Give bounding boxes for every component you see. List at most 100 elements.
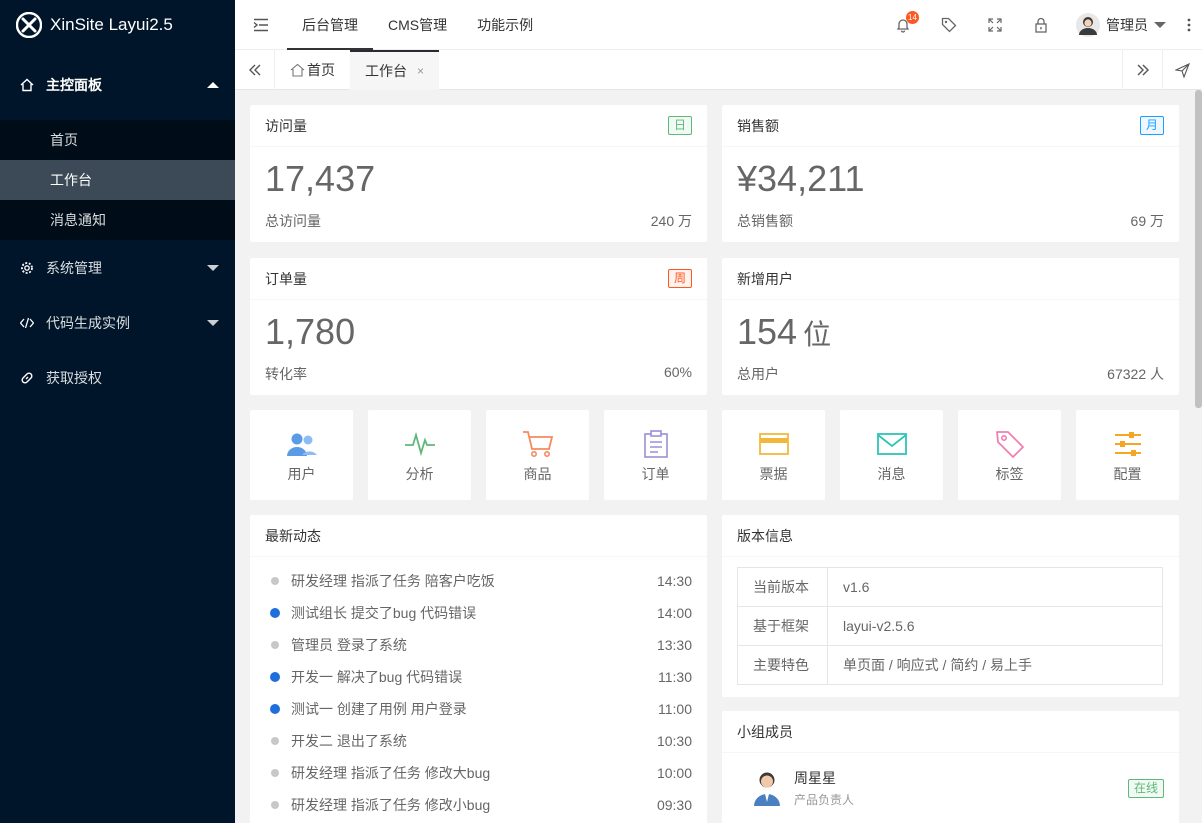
shortcut-invoices[interactable]: 票据: [722, 410, 825, 500]
activity-text: 开发二 退出了系统: [291, 733, 407, 749]
card-header: 销售额 月: [722, 105, 1179, 147]
double-chevron-right-icon: [1137, 64, 1149, 76]
sidebar: XinSite Layui2.5 主控面板 首页 工作台 消息通知 系统管理 代…: [0, 0, 235, 823]
member-role: 产品负责人: [794, 793, 855, 807]
more-button[interactable]: [1176, 0, 1202, 50]
stat-card-visits: 访问量 日 17,437 总访问量 240 万: [250, 105, 707, 242]
shortcut-orders[interactable]: 订单: [604, 410, 707, 500]
table-key: 基于框架: [737, 606, 828, 646]
activity-time: 14:00: [656, 605, 692, 621]
tab-label: 首页: [307, 62, 335, 78]
shortcut-tags[interactable]: 标签: [958, 410, 1061, 500]
activity-text: 测试一 创建了用例 用户登录: [291, 701, 467, 717]
more-vertical-icon: [1187, 18, 1191, 31]
card-title: 最新动态: [265, 528, 321, 544]
lock-screen-button[interactable]: [1018, 0, 1064, 50]
avatar: [1076, 12, 1100, 37]
sidebar-group-license[interactable]: 获取授权: [0, 350, 235, 405]
shortcut-label: 分析: [405, 466, 434, 482]
activity-card: 最新动态 研发经理 指派了任务 陪客户吃饭 14:30 测试组长 提交了bug 代…: [250, 515, 707, 823]
clipboard-icon: [643, 430, 668, 458]
menu-toggle-button[interactable]: [235, 0, 287, 50]
scrollbar-thumb[interactable]: [1195, 90, 1202, 408]
notification-button[interactable]: 14: [880, 0, 926, 50]
top-nav-cms[interactable]: CMS管理: [373, 0, 462, 50]
sidebar-group-dashboard[interactable]: 主控面板: [0, 50, 235, 120]
table-row: 当前版本 v1.6: [737, 567, 1163, 607]
shortcut-users[interactable]: 用户: [250, 410, 353, 500]
fullscreen-button[interactable]: [972, 0, 1018, 50]
tab-label: 工作台: [365, 63, 407, 79]
stat-foot-value: 69 万: [1130, 213, 1164, 229]
tab-home[interactable]: 首页: [275, 50, 350, 90]
fullscreen-icon: [988, 17, 1002, 32]
tab-scroll-right-button[interactable]: [1122, 50, 1162, 90]
period-badge: 月: [1139, 116, 1164, 135]
shortcut-label: 票据: [759, 466, 788, 482]
shortcut-analysis[interactable]: 分析: [368, 410, 471, 500]
activity-time: 11:30: [658, 669, 692, 685]
activity-time: 11:00: [658, 701, 692, 717]
tab-workbench[interactable]: 工作台 ×: [350, 50, 440, 90]
shortcut-label: 用户: [287, 466, 316, 482]
list-item: 研发经理 指派了任务 陪客户吃饭 14:30: [265, 565, 692, 597]
user-menu[interactable]: 管理员: [1064, 0, 1176, 50]
table-value: 单页面 / 响应式 / 简约 / 易上手: [827, 645, 1163, 685]
card-header: 小组成员: [722, 711, 1179, 753]
sidebar-group-codegen[interactable]: 代码生成实例: [0, 295, 235, 350]
stat-foot-label: 总访问量: [265, 213, 321, 229]
table-key: 当前版本: [737, 567, 828, 607]
stat-value: 154 位: [722, 300, 1179, 364]
user-name: 管理员: [1106, 16, 1148, 33]
list-item: 管理员 登录了系统 13:30: [265, 629, 692, 661]
activity-text: 研发经理 指派了任务 修改大bug: [291, 765, 491, 781]
top-bar: 后台管理 CMS管理 功能示例 14 管理员: [235, 0, 1202, 50]
card-title: 订单量: [265, 271, 307, 287]
top-nav-examples[interactable]: 功能示例: [462, 0, 548, 50]
avatar: [754, 772, 780, 806]
tab-actions-button[interactable]: [1162, 50, 1202, 90]
list-item: 开发二 退出了系统 10:30: [265, 725, 692, 757]
shortcut-messages[interactable]: 消息: [840, 410, 943, 500]
stat-foot-value: 67322 人: [1107, 366, 1164, 382]
shortcut-settings[interactable]: 配置: [1076, 410, 1179, 500]
close-icon[interactable]: ×: [417, 64, 424, 78]
member-info: 周星星 产品负责人: [794, 768, 1128, 808]
list-item: 测试一 创建了用例 用户登录 11:00: [265, 693, 692, 725]
top-bar-right: 14 管理员: [880, 0, 1202, 50]
sidebar-item-home[interactable]: 首页: [0, 120, 235, 160]
top-nav-backend[interactable]: 后台管理: [287, 0, 373, 50]
card-footer: 总销售额 69 万: [722, 211, 1179, 231]
sidebar-item-notifications[interactable]: 消息通知: [0, 200, 235, 240]
list-item: 测试组长 提交了bug 代码错误 14:00: [265, 597, 692, 629]
shortcut-label: 配置: [1113, 466, 1142, 482]
tab-scroll-left-button[interactable]: [235, 50, 275, 90]
table-value: v1.6: [827, 567, 1163, 607]
card-title: 销售额: [737, 118, 779, 134]
activity-text: 管理员 登录了系统: [291, 637, 407, 653]
team-member[interactable]: 周星星 产品负责人 在线: [722, 753, 1179, 808]
tags-button[interactable]: [926, 0, 972, 50]
card-header: 访问量 日: [250, 105, 707, 147]
activity-time: 10:30: [656, 733, 692, 749]
activity-time: 10:00: [656, 765, 692, 781]
sidebar-group-system[interactable]: 系统管理: [0, 240, 235, 295]
cart-icon: [522, 431, 553, 457]
app-logo[interactable]: XinSite Layui2.5: [0, 0, 235, 50]
card-footer: 总访问量 240 万: [250, 211, 707, 231]
period-badge: 周: [667, 269, 692, 288]
timeline-dot: [270, 672, 280, 682]
sidebar-group-label: 代码生成实例: [46, 314, 130, 331]
stat-card-sales: 销售额 月 ¥34,211 总销售额 69 万: [722, 105, 1179, 242]
activity-time: 09:30: [656, 797, 692, 813]
shortcut-products[interactable]: 商品: [486, 410, 589, 500]
sidebar-item-workbench[interactable]: 工作台: [0, 160, 235, 200]
stat-value: 17,437: [265, 158, 376, 199]
card-footer: 总用户 67322 人: [722, 364, 1179, 384]
shortcut-label: 消息: [877, 466, 906, 482]
stat-foot-label: 总用户: [737, 366, 779, 382]
caret-down-icon: [1154, 21, 1166, 28]
scrollbar[interactable]: [1195, 90, 1202, 823]
activity-timeline: 研发经理 指派了任务 陪客户吃饭 14:30 测试组长 提交了bug 代码错误 14…: [250, 557, 707, 821]
stat-value: 1,780: [265, 311, 356, 352]
